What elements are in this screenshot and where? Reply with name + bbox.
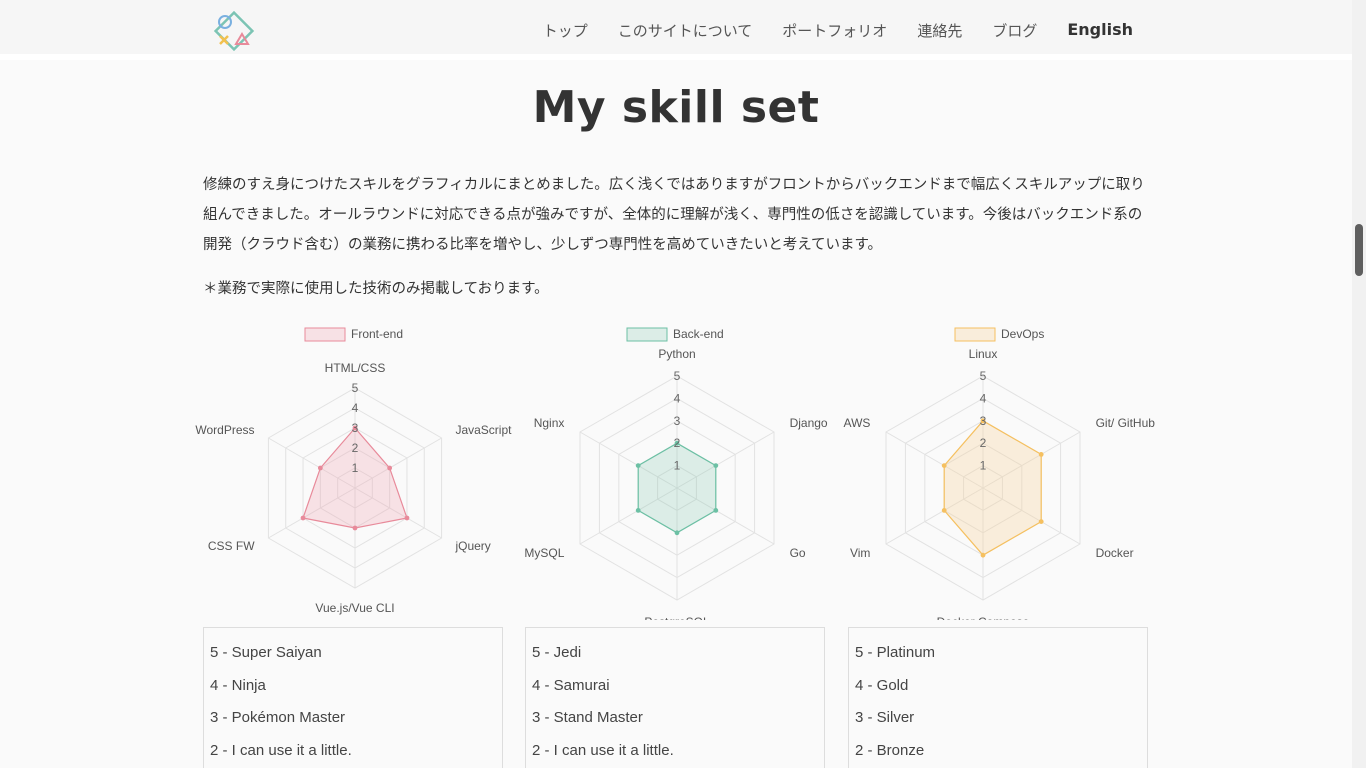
nav-blog[interactable]: ブログ (992, 20, 1037, 41)
axis-label: HTML/CSS (325, 361, 386, 375)
level-item: 3 - Stand Master (532, 709, 643, 726)
data-point (674, 530, 680, 536)
legend: DevOps (954, 327, 1044, 342)
tick-label: 2 (674, 436, 681, 450)
axis-label: Python (658, 347, 695, 361)
nav-top[interactable]: トップ (543, 20, 588, 41)
tick-label: 4 (980, 391, 987, 405)
data-point (713, 508, 719, 513)
data-point (300, 515, 306, 521)
data-area (637, 442, 717, 534)
site-logo[interactable] (212, 10, 258, 54)
radar-svg: Back-end 1 2 3 4 5 Python Django Go PostgreSQL MyS… (524, 327, 828, 629)
axis-label: Vue.js/Vue CLI (315, 601, 394, 615)
main-nav: トップ このサイトについて ポートフォリオ 連絡先 ブログ English (543, 20, 1133, 41)
tick-label: 5 (980, 369, 987, 383)
radar-chart-backend: Back-end 1 2 3 4 5 Python Django Go PostgreSQL MyS… (515, 320, 838, 629)
tick-label: 1 (674, 459, 681, 473)
data-point (635, 463, 641, 468)
level-list-frontend: 5 - Super Saiyan 4 - Ninja 3 - Pokémon M… (203, 627, 503, 768)
level-item: 2 - Bronze (855, 741, 925, 759)
data-point (387, 465, 393, 471)
radar-svg: Front-end 1 2 3 4 5 HTML/CSS JavaScript jQuery Vu… (195, 327, 512, 615)
axis-label: Git/ GitHub (1096, 416, 1156, 430)
axis-label: Vim (850, 546, 870, 560)
tick-label: 3 (352, 421, 359, 435)
tick-label: 2 (352, 441, 359, 455)
data-point (941, 508, 947, 513)
tick-label: 4 (674, 391, 681, 405)
level-item: 4 - Ninja (210, 676, 266, 694)
axis-label: Go (790, 546, 806, 560)
nav-portfolio[interactable]: ポートフォリオ (782, 20, 887, 41)
axis-label: Nginx (534, 416, 565, 430)
level-item: 2 - I can use it a little. (532, 741, 674, 759)
tick-label: 4 (352, 401, 359, 415)
level-item: 4 - Gold (855, 676, 909, 694)
level-list-devops: 5 - Platinum 4 - Gold 3 - Silver 2 - Bro… (848, 627, 1148, 768)
axis-label: MySQL (524, 546, 564, 560)
level-item: 2 - I can use it a little. (210, 741, 352, 759)
radar-chart-frontend: Front-end 1 2 3 4 5 HTML/CSS JavaScript jQuery Vu… (193, 320, 516, 620)
data-point (941, 463, 947, 468)
legend-label: Front-end (351, 327, 403, 341)
axis-label: Docker (1096, 546, 1134, 560)
legend-label: Back-end (673, 327, 724, 341)
axis-label: WordPress (195, 423, 254, 437)
level-list-backend: 5 - Jedi 4 - Samurai 3 - Stand Master 2 … (525, 627, 825, 768)
page-title: My skill set (532, 82, 820, 133)
radar-svg: DevOps 1 2 3 4 5 Linux Git/ GitHub Docker Docker … (844, 327, 1156, 629)
axis-label: CSS FW (208, 539, 255, 553)
nav-contact[interactable]: 連絡先 (917, 20, 962, 41)
legend: Back-end (626, 327, 724, 342)
radar-chart-devops: DevOps 1 2 3 4 5 Linux Git/ GitHub Docker Docker … (837, 320, 1160, 629)
axis-label: Linux (969, 347, 998, 361)
nav-language-english[interactable]: English (1067, 20, 1133, 41)
site-header: トップ このサイトについて ポートフォリオ 連絡先 ブログ English (0, 0, 1352, 60)
axis-label: jQuery (454, 539, 490, 553)
tick-label: 2 (980, 436, 987, 450)
scrollbar[interactable] (1352, 0, 1366, 768)
data-point (317, 465, 323, 471)
nav-about[interactable]: このサイトについて (618, 20, 753, 41)
data-point (352, 525, 358, 531)
axis-label: AWS (844, 416, 871, 430)
tick-label: 5 (674, 369, 681, 383)
legend-label: DevOps (1001, 327, 1044, 341)
axis-label: PostgreSQL (644, 615, 710, 620)
legend-swatch (954, 327, 996, 342)
level-item: 5 - Super Saiyan (210, 644, 322, 661)
tick-label: 1 (352, 461, 359, 475)
level-item: 3 - Pokémon Master (210, 709, 346, 726)
legend-swatch (626, 327, 668, 342)
note-text: ＊業務で実際に使用した技術のみ掲載しております。 (203, 281, 549, 297)
level-item: 3 - Silver (855, 709, 915, 726)
data-point (1038, 519, 1044, 524)
data-point (1038, 452, 1044, 457)
data-point (635, 508, 641, 513)
data-area (943, 420, 1042, 556)
tick-label: 5 (352, 381, 359, 395)
level-item: 5 - Platinum (855, 644, 936, 661)
level-item: 4 - Samurai (532, 676, 610, 694)
level-item: 5 - Jedi (532, 644, 582, 661)
legend: Front-end (304, 327, 403, 342)
data-point (404, 515, 410, 521)
scrollbar-thumb[interactable] (1355, 224, 1363, 276)
data-point (713, 463, 719, 468)
data-point (980, 552, 986, 558)
intro-text: 修練のすえ身につけたスキルをグラフィカルにまとめました。広く浅くではありますがフ… (203, 177, 1145, 253)
axis-label: JavaScript (455, 423, 512, 437)
legend-swatch (304, 327, 346, 342)
tick-label: 3 (674, 414, 681, 428)
axis-label: Docker Compose (937, 615, 1030, 620)
axis-label: Django (790, 416, 828, 430)
tick-label: 1 (980, 459, 987, 473)
tick-label: 3 (980, 414, 987, 428)
